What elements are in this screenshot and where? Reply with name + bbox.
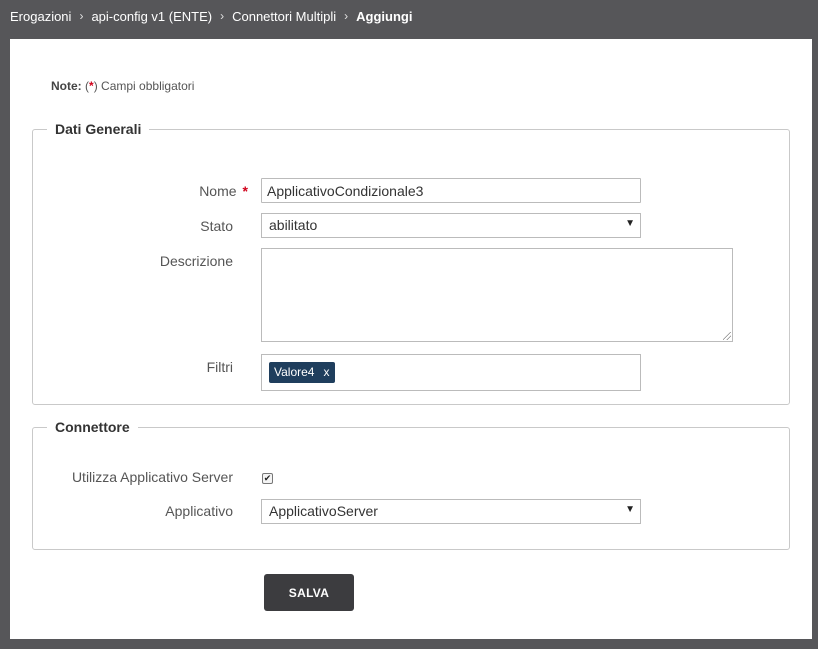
caret-down-icon: ▼ (625, 218, 635, 229)
section-title: Connettore (55, 419, 130, 435)
breadcrumb-current: Aggiungi (356, 8, 413, 24)
save-button[interactable]: SALVA (264, 574, 354, 611)
required-star: * (242, 183, 248, 199)
stato-label: Stato (200, 218, 233, 234)
descrizione-textarea[interactable] (261, 248, 733, 342)
note-prefix: Note: (51, 79, 82, 93)
filtri-tag-input[interactable]: Valore4 x (261, 354, 641, 391)
form-panel: Note: (*) Campi obbligatori Dati General… (10, 39, 812, 639)
stato-select[interactable]: abilitato ▼ (261, 213, 641, 238)
caret-down-icon: ▼ (625, 504, 635, 515)
filter-tag: Valore4 x (269, 362, 336, 383)
applicativo-label: Applicativo (165, 503, 233, 519)
applicativo-select[interactable]: ApplicativoServer ▼ (261, 499, 641, 524)
chevron-right-icon: › (220, 9, 225, 23)
note-text: Campi obbligatori (101, 79, 195, 93)
breadcrumb-api-config[interactable]: api-config v1 (ENTE) (91, 9, 212, 24)
nome-input[interactable] (261, 178, 641, 203)
breadcrumb-erogazioni[interactable]: Erogazioni (10, 9, 71, 24)
section-title: Dati Generali (55, 121, 142, 137)
breadcrumb: Erogazioni › api-config v1 (ENTE) › Conn… (10, 6, 412, 26)
filter-tag-label: Valore4 (274, 365, 315, 379)
descrizione-label: Descrizione (159, 253, 233, 269)
note-close: ) (93, 79, 98, 93)
chevron-right-icon: › (344, 9, 349, 23)
connettore-section: Connettore Utilizza Applicativo Server ✔… (32, 419, 790, 550)
nome-label: Nome * (199, 183, 248, 199)
applicativo-selected-value: ApplicativoServer (269, 503, 378, 519)
dati-generali-section: Dati Generali Nome * Stato abilitato ▼ De… (32, 121, 790, 405)
stato-selected-value: abilitato (269, 217, 318, 233)
remove-tag-icon[interactable]: x (323, 362, 329, 383)
filtri-label: Filtri (206, 359, 233, 375)
breadcrumb-connettori-multipli[interactable]: Connettori Multipli (232, 9, 336, 24)
nome-label-text: Nome (199, 183, 237, 199)
utilizza-checkbox[interactable]: ✔ (262, 473, 273, 484)
chevron-right-icon: › (79, 9, 84, 23)
required-fields-note: Note: (*) Campi obbligatori (51, 79, 194, 93)
resize-handle-icon[interactable] (723, 332, 731, 340)
utilizza-label: Utilizza Applicativo Server (71, 469, 233, 485)
